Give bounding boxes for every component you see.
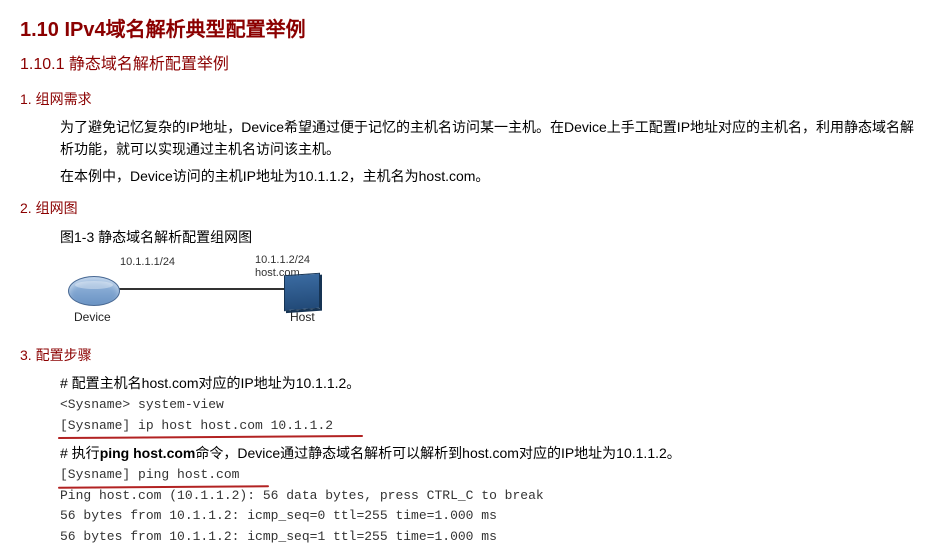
ping-output-1: Ping host.com (10.1.1.2): 56 data bytes,… [60, 486, 928, 507]
requirements-p2: 在本例中，Device访问的主机IP地址为10.1.1.2，主机名为host.c… [60, 165, 928, 187]
ping-output-2: 56 bytes from 10.1.1.2: icmp_seq=0 ttl=2… [60, 506, 928, 527]
cmd-ip-host-text: [Sysname] ip host host.com 10.1.1.2 [60, 416, 333, 437]
step-2-prefix: # 执行 [60, 445, 100, 461]
cmd-ping-text: [Sysname] ping host.com [60, 465, 239, 486]
step-2-desc: # 执行ping host.com命令，Device通过静态域名解析可以解析到h… [60, 442, 928, 464]
figure-caption: 图1-3 静态域名解析配置组网图 [60, 226, 928, 248]
link-line [115, 288, 285, 290]
step-1-desc: # 配置主机名host.com对应的IP地址为10.1.1.2。 [60, 372, 928, 394]
step-2-cmd: ping host.com [100, 445, 196, 461]
network-diagram: 10.1.1.1/24 10.1.1.2/24 host.com Device … [60, 254, 360, 334]
device-label-left: Device [74, 308, 111, 327]
heading-1-10: 1.10 IPv4域名解析典型配置举例 [20, 14, 928, 46]
step-2-suffix: 命令，Device通过静态域名解析可以解析到host.com对应的IP地址为10… [195, 445, 680, 461]
host-icon [284, 273, 320, 312]
heading-1-10-1: 1.10.1 静态域名解析配置举例 [20, 52, 928, 78]
interface-left-label: 10.1.1.1/24 [120, 254, 175, 272]
section-requirements: 1. 组网需求 [20, 88, 928, 110]
ping-output-3: 56 bytes from 10.1.1.2: icmp_seq=1 ttl=2… [60, 527, 928, 548]
cmd-ping: [Sysname] ping host.com [60, 465, 928, 486]
cmd-system-view: <Sysname> system-view [60, 395, 928, 416]
interface-right-ip: 10.1.1.2/24 [255, 254, 310, 266]
router-icon [68, 276, 120, 306]
requirements-p1: 为了避免记忆复杂的IP地址，Device希望通过便于记忆的主机名访问某一主机。在… [60, 116, 928, 161]
device-label-right: Host [290, 308, 315, 327]
section-network-diagram: 2. 组网图 [20, 197, 928, 219]
cmd-ip-host: [Sysname] ip host host.com 10.1.1.2 [60, 416, 928, 437]
section-config-steps: 3. 配置步骤 [20, 344, 928, 366]
